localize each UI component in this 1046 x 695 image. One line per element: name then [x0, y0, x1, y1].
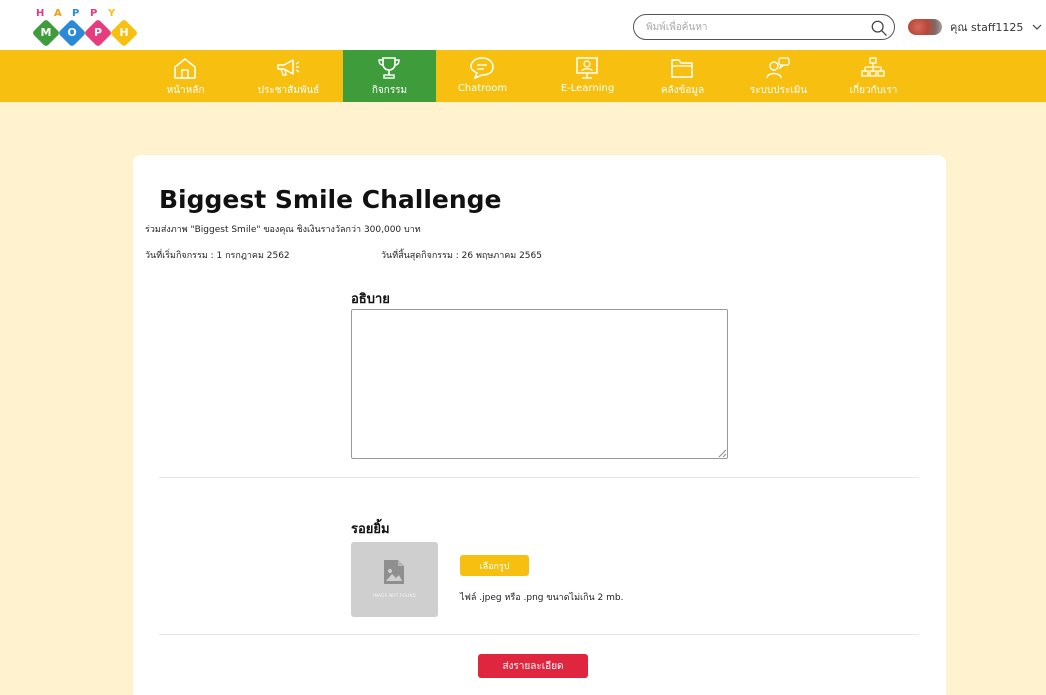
description-field[interactable]: [351, 309, 728, 459]
section-divider: [159, 477, 919, 478]
user-menu[interactable]: คุณ staff1125: [908, 14, 1044, 40]
nav-item-home[interactable]: หน้าหลัก: [139, 50, 232, 102]
activity-end-date: วันที่สิ้นสุดกิจกรรม : 26 พฤษภาคม 2565: [381, 251, 542, 261]
logo-letter: M: [40, 26, 52, 39]
choose-image-button[interactable]: เลือกรูป: [460, 555, 529, 576]
activity-subtitle: ร่วมส่งภาพ "Biggest Smile" ของคุณ ชิงเงิ…: [145, 225, 421, 235]
nav-item-evaluation[interactable]: ระบบประเมิน: [732, 50, 825, 102]
submit-button[interactable]: ส่งรายละเอียด: [478, 654, 588, 678]
section-divider: [159, 634, 919, 635]
smile-label: รอยยิ้ม: [351, 522, 390, 537]
nav-label: หน้าหลัก: [166, 85, 205, 96]
nav-label: E-Learning: [560, 83, 615, 94]
main-nav: หน้าหลัก ประชาสัมพันธ์ กิจกรรม Chatroom: [0, 50, 1046, 102]
file-hint: ไฟล์ .jpeg หรือ .png ขนาดไม่เกิน 2 mb.: [460, 593, 624, 603]
activity-start-date: วันที่เริ่มกิจกรรม : 1 กรกฎาคม 2562: [145, 251, 290, 261]
chevron-down-icon[interactable]: [1031, 21, 1043, 33]
nav-item-chatroom[interactable]: Chatroom: [436, 50, 529, 102]
nav-item-about[interactable]: เกี่ยวกับเรา: [827, 50, 920, 102]
org-chart-icon: [861, 57, 885, 77]
chat-icon: [470, 57, 494, 80]
nav-label: ระบบประเมิน: [749, 85, 808, 96]
nav-label: Chatroom: [457, 83, 508, 94]
trophy-icon: [378, 57, 400, 79]
logo-letter: P: [72, 8, 80, 19]
logo-letter: H: [36, 8, 45, 19]
nav-item-activity[interactable]: กิจกรรม: [343, 50, 436, 102]
nav-label: คลังข้อมูล: [660, 85, 705, 96]
activity-card: Biggest Smile Challenge ร่วมส่งภาพ "Bigg…: [133, 155, 946, 695]
logo-letter: O: [67, 26, 77, 39]
nav-item-pr[interactable]: ประชาสัมพันธ์: [242, 50, 335, 102]
home-icon: [174, 58, 196, 79]
resize-grip-icon[interactable]: [718, 449, 727, 458]
folder-icon: [671, 59, 693, 78]
logo-letter: P: [93, 26, 103, 39]
top-bar: H A P P Y M O P H คุณ staff1125: [0, 0, 1046, 50]
image-preview: IMAGE NOT FOUND: [351, 542, 438, 617]
search-icon[interactable]: [870, 19, 888, 37]
description-label: อธิบาย: [351, 292, 390, 307]
logo-letter: P: [90, 8, 98, 19]
search-box: [633, 14, 895, 40]
logo-letter: Y: [108, 8, 116, 19]
user-name[interactable]: คุณ staff1125: [950, 18, 1023, 36]
activity-title: Biggest Smile Challenge: [159, 185, 502, 214]
search-input[interactable]: [646, 18, 866, 36]
nav-label: ประชาสัมพันธ์: [257, 85, 320, 96]
logo-diamonds: M O P H: [30, 18, 150, 48]
nav-label: เกี่ยวกับเรา: [849, 85, 898, 96]
logo-letter: H: [119, 26, 129, 39]
logo-letter: A: [54, 8, 62, 19]
evaluation-icon: [766, 57, 790, 79]
image-placeholder-text: IMAGE NOT FOUND: [373, 593, 416, 598]
happy-moph-logo[interactable]: H A P P Y M O P H: [30, 8, 150, 48]
elearning-icon: [576, 57, 598, 79]
image-not-found-icon: [384, 560, 404, 584]
avatar[interactable]: [908, 19, 942, 35]
megaphone-icon: [277, 59, 300, 76]
nav-label: กิจกรรม: [371, 85, 408, 96]
nav-item-library[interactable]: คลังข้อมูล: [636, 50, 729, 102]
nav-item-elearning[interactable]: E-Learning: [541, 50, 634, 102]
logo-top-letters: H A P P Y: [30, 8, 150, 20]
